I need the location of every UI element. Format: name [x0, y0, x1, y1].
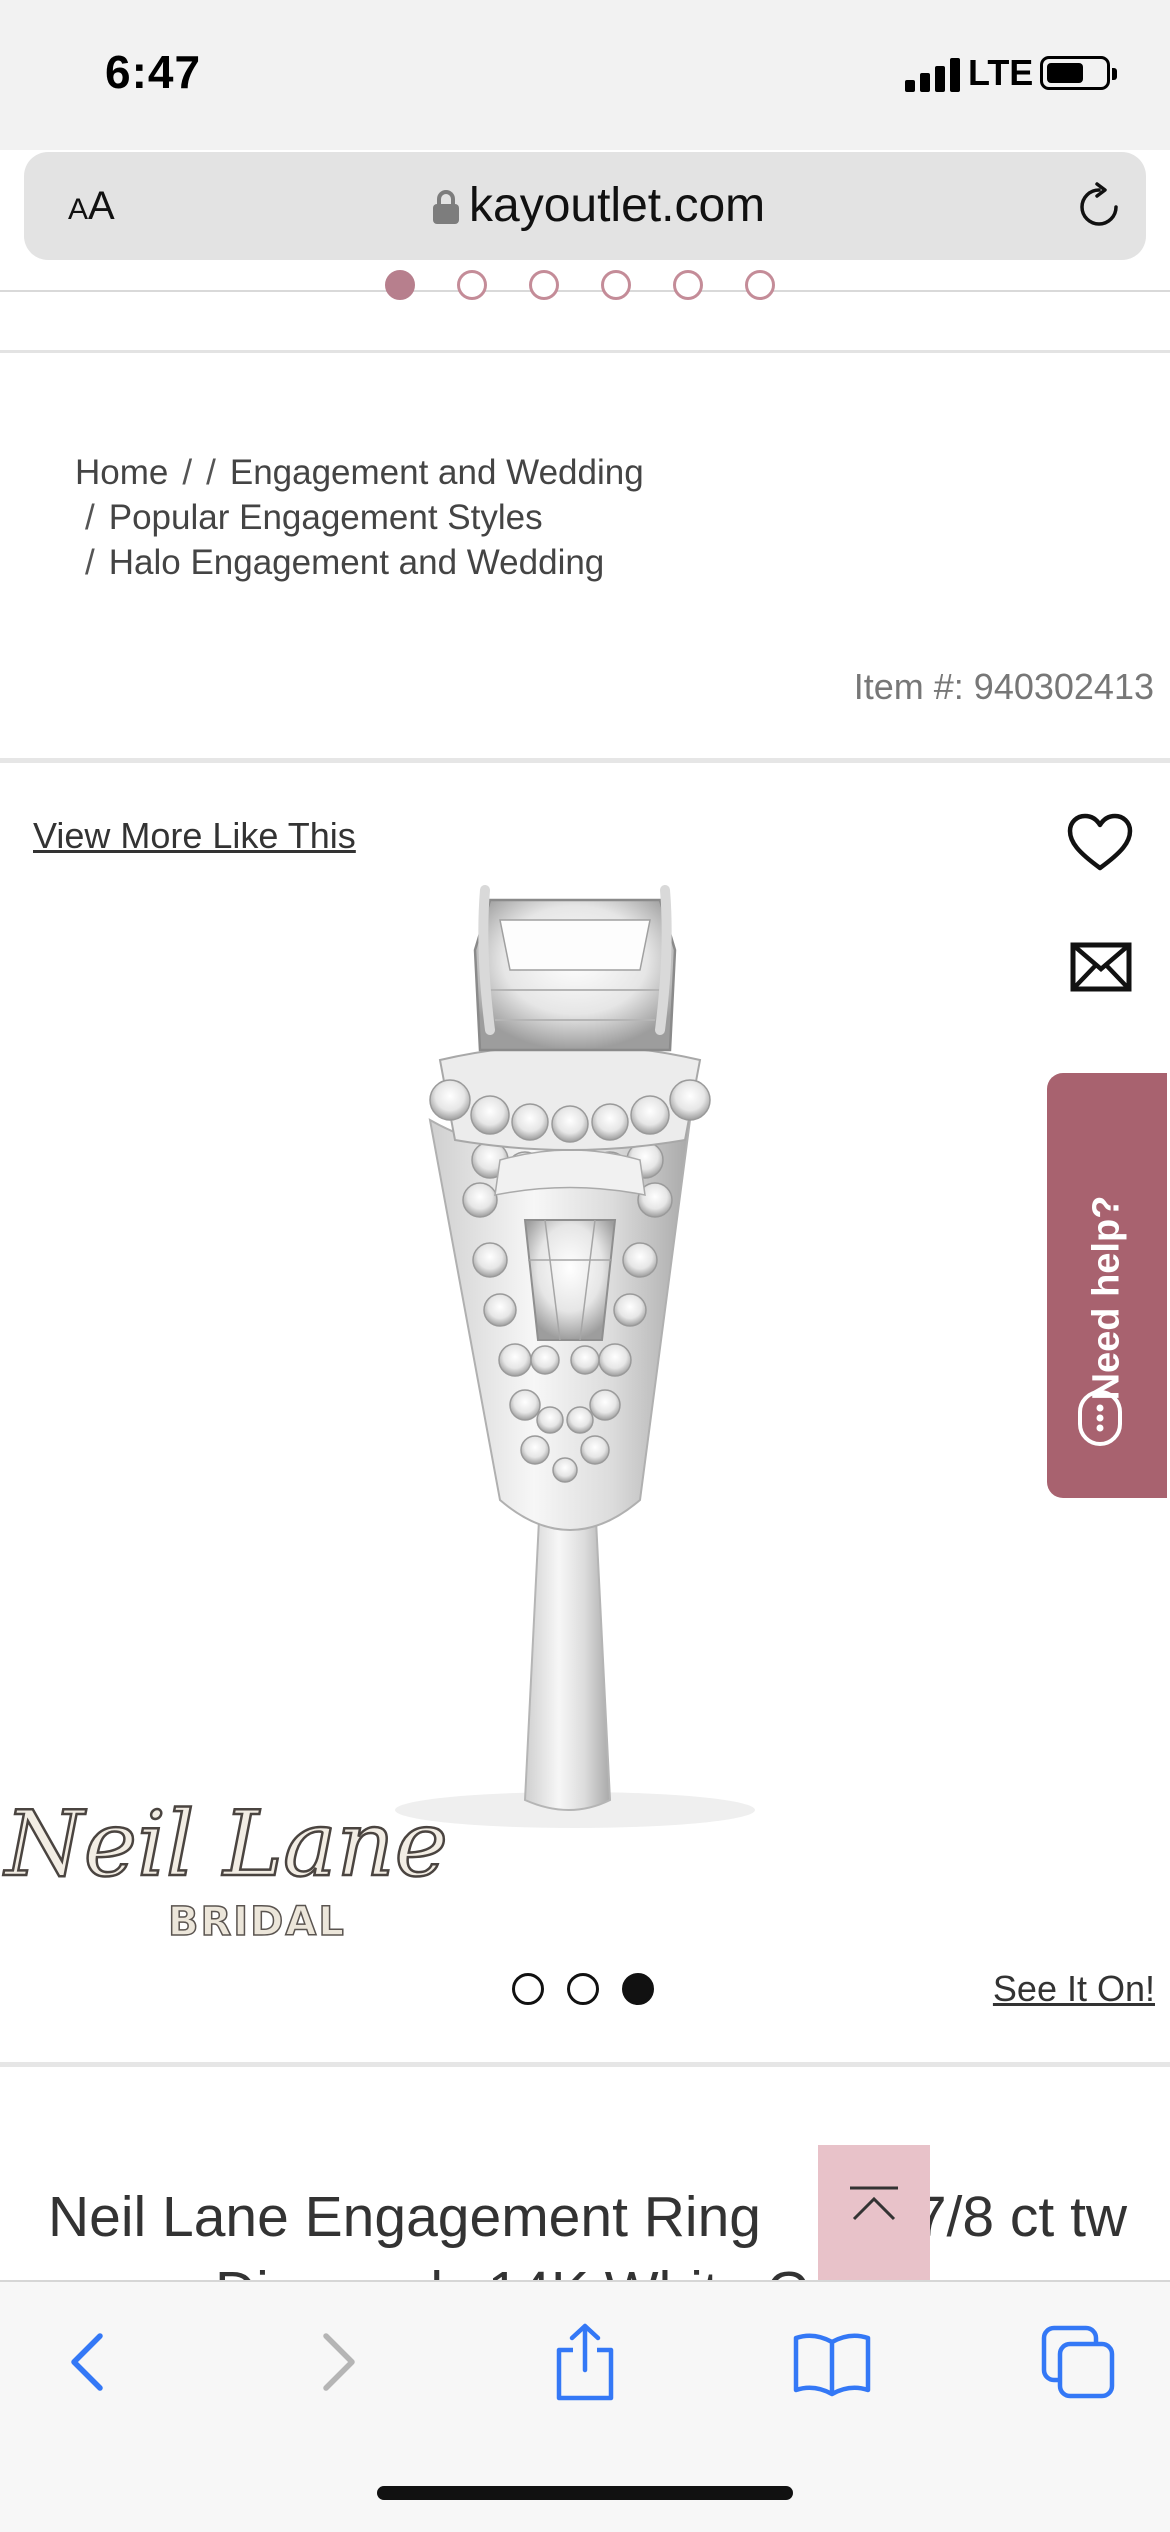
status-time: 6:47 — [105, 46, 202, 98]
heart-icon[interactable] — [1066, 812, 1134, 874]
image-dot-active[interactable] — [622, 1973, 654, 2005]
svg-text:BRIDAL: BRIDAL — [168, 1899, 346, 1945]
network-label: LTE — [968, 52, 1034, 93]
breadcrumb-halo[interactable]: Halo Engagement and Wedding — [109, 543, 605, 582]
promo-dot[interactable] — [457, 270, 487, 300]
lock-icon — [433, 190, 459, 224]
chat-icon — [1078, 1390, 1122, 1446]
back-icon[interactable] — [48, 2322, 128, 2402]
battery-icon — [1040, 56, 1117, 90]
image-carousel-dots[interactable] — [512, 1973, 662, 2007]
chevron-up-icon — [850, 2186, 898, 2221]
item-number: Item #: 940302413 — [853, 666, 1154, 707]
address-bar[interactable]: AA kayoutlet.com — [24, 152, 1146, 260]
breadcrumb-popular-styles[interactable]: Popular Engagement Styles — [109, 498, 543, 537]
promo-dot[interactable] — [745, 270, 775, 300]
image-dot[interactable] — [567, 1973, 599, 2005]
forward-icon[interactable] — [298, 2322, 378, 2402]
image-dot[interactable] — [512, 1973, 544, 2005]
back-to-top-button[interactable] — [818, 2145, 930, 2280]
url-text[interactable]: kayoutlet.com — [469, 178, 765, 233]
bookmarks-icon[interactable] — [792, 2322, 872, 2402]
share-icon[interactable] — [545, 2322, 625, 2402]
promo-dot[interactable] — [601, 270, 631, 300]
promo-dot[interactable] — [385, 270, 415, 300]
reader-options-button[interactable]: AA — [68, 184, 115, 229]
tabs-icon[interactable] — [1040, 2322, 1120, 2402]
need-help-tab[interactable]: Need help? — [1047, 1073, 1167, 1498]
product-image[interactable] — [340, 860, 800, 1860]
breadcrumb-home[interactable]: Home — [75, 453, 168, 492]
divider — [0, 350, 1170, 353]
breadcrumb: Home / / Engagement and Wedding / Popular En… — [75, 453, 644, 582]
promo-dot[interactable] — [529, 270, 559, 300]
see-it-on-link[interactable]: See It On! — [993, 1968, 1155, 2010]
promo-dot[interactable] — [673, 270, 703, 300]
product-title: Neil Lane Engagement Ring 7/8 ct tw — [48, 2185, 1128, 2249]
svg-text:Neil Lane: Neil Lane — [3, 1792, 448, 1897]
view-more-like-this-link[interactable]: View More Like This — [33, 815, 356, 857]
breadcrumb-engagement-wedding[interactable]: Engagement and Wedding — [230, 453, 644, 492]
brand-logo: Neil Lane BRIDAL — [2, 1791, 449, 1946]
signal-icon — [905, 58, 963, 92]
mail-icon[interactable] — [1070, 942, 1132, 992]
divider — [0, 2062, 1170, 2067]
need-help-label: Need help? — [1085, 1195, 1128, 1401]
promo-carousel-dots[interactable] — [385, 270, 805, 300]
divider — [0, 758, 1170, 763]
status-bar: 6:47 LTE — [0, 0, 1170, 150]
home-indicator — [377, 2486, 793, 2500]
reload-icon[interactable] — [1074, 182, 1124, 232]
